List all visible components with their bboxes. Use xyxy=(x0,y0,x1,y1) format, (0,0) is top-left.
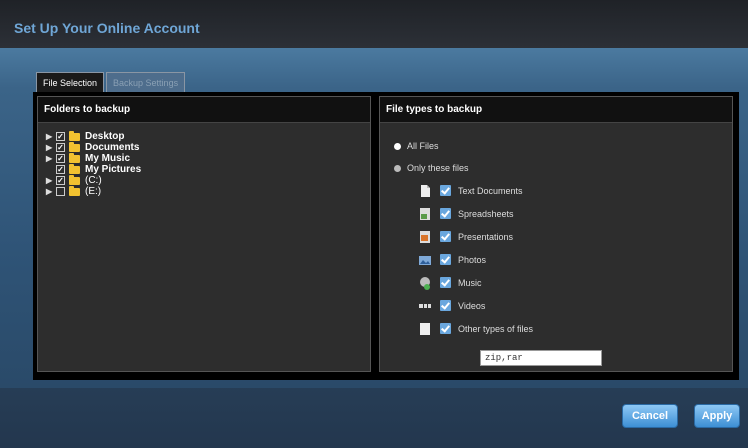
radio-all-files[interactable]: All Files xyxy=(394,135,732,157)
tab-file-selection[interactable]: File Selection xyxy=(36,72,105,92)
radio-button[interactable] xyxy=(394,164,401,172)
folder-checkbox[interactable]: ✓ xyxy=(56,154,65,163)
spreadsheet-icon xyxy=(420,207,430,220)
folder-label: (E:) xyxy=(85,186,102,197)
folder-checkbox[interactable]: ✓ xyxy=(56,176,65,185)
apply-button[interactable]: Apply xyxy=(694,404,740,428)
type-label: Other types of files xyxy=(458,323,534,334)
type-checkbox[interactable] xyxy=(440,277,451,288)
expand-arrow-icon[interactable]: ▶ xyxy=(46,154,56,163)
folder-icon xyxy=(69,130,80,141)
folder-label: Desktop xyxy=(85,131,125,142)
title-bar: Set Up Your Online Account xyxy=(0,0,748,48)
folders-panel: Folders to backup ▶ ✓ Desktop ▶ ✓ Docume… xyxy=(37,96,371,372)
music-icon xyxy=(420,276,430,290)
type-label: Spreadsheets xyxy=(458,208,514,219)
folder-icon xyxy=(69,141,80,152)
other-file-icon xyxy=(420,322,430,335)
type-row-photos[interactable]: Photos xyxy=(394,248,732,271)
folder-row-my-pictures[interactable]: ✓ My Pictures xyxy=(46,163,370,175)
type-checkbox[interactable] xyxy=(440,185,451,196)
type-row-presentations[interactable]: Presentations xyxy=(394,225,732,248)
type-checkbox[interactable] xyxy=(440,323,451,334)
type-checkbox[interactable] xyxy=(440,254,451,265)
video-icon xyxy=(419,303,431,308)
folder-row-desktop[interactable]: ▶ ✓ Desktop xyxy=(46,130,370,142)
type-label: Photos xyxy=(458,254,487,265)
folder-icon xyxy=(69,185,80,196)
photo-icon xyxy=(419,255,431,265)
type-row-videos[interactable]: Videos xyxy=(394,294,732,317)
folder-row-documents[interactable]: ▶ ✓ Documents xyxy=(46,141,370,153)
type-row-text-documents[interactable]: Text Documents xyxy=(394,179,732,202)
folder-row-e-drive[interactable]: ▶ (E:) xyxy=(46,185,370,197)
type-row-other[interactable]: Other types of files xyxy=(394,317,732,340)
type-checkbox[interactable] xyxy=(440,208,451,219)
folder-label: (C:) xyxy=(85,175,102,186)
folder-row-my-music[interactable]: ▶ ✓ My Music xyxy=(46,152,370,164)
folder-checkbox[interactable]: ✓ xyxy=(56,132,65,141)
type-row-spreadsheets[interactable]: Spreadsheets xyxy=(394,202,732,225)
type-label: Music xyxy=(458,277,482,288)
folder-icon xyxy=(69,174,80,185)
folder-icon xyxy=(69,163,80,174)
type-checkbox[interactable] xyxy=(440,231,451,242)
expand-arrow-icon[interactable]: ▶ xyxy=(46,132,56,141)
type-row-music[interactable]: Music xyxy=(394,271,732,294)
folders-panel-header: Folders to backup xyxy=(38,97,370,123)
folder-row-c-drive[interactable]: ▶ ✓ (C:) xyxy=(46,174,370,186)
folder-tree: ▶ ✓ Desktop ▶ ✓ Documents ▶ ✓ My Music ✓ xyxy=(38,123,370,197)
folder-label: My Pictures xyxy=(85,164,142,175)
folder-checkbox[interactable]: ✓ xyxy=(56,143,65,152)
radio-label: All Files xyxy=(407,141,439,151)
other-file-types-input[interactable]: zip,rar xyxy=(480,350,602,366)
type-checkbox[interactable] xyxy=(440,300,451,311)
tab-bar: File Selection Backup Settings xyxy=(36,72,187,92)
expand-arrow-icon[interactable]: ▶ xyxy=(46,176,56,185)
tab-backup-settings[interactable]: Backup Settings xyxy=(106,72,186,92)
type-label: Videos xyxy=(458,300,486,311)
folder-icon xyxy=(69,152,80,163)
tab-content-frame: Folders to backup ▶ ✓ Desktop ▶ ✓ Docume… xyxy=(33,92,739,380)
text-document-icon xyxy=(421,184,430,197)
file-type-options: All Files Only these files Text Document… xyxy=(380,123,732,340)
type-label: Text Documents xyxy=(458,185,523,196)
type-label: Presentations xyxy=(458,231,514,242)
folder-checkbox[interactable]: ✓ xyxy=(56,165,65,174)
folder-checkbox[interactable] xyxy=(56,187,65,196)
expand-arrow-icon[interactable]: ▶ xyxy=(46,143,56,152)
expand-arrow-icon[interactable]: ▶ xyxy=(46,187,56,196)
radio-label: Only these files xyxy=(407,163,469,173)
folder-label: Documents xyxy=(85,142,140,153)
file-types-panel-header: File types to backup xyxy=(380,97,732,123)
radio-only-these-files[interactable]: Only these files xyxy=(394,157,732,179)
folder-label: My Music xyxy=(85,153,131,164)
radio-button[interactable] xyxy=(394,142,401,150)
cancel-button[interactable]: Cancel xyxy=(622,404,678,428)
file-types-panel: File types to backup All Files Only thes… xyxy=(379,96,733,372)
presentation-icon xyxy=(420,230,430,243)
window-title: Set Up Your Online Account xyxy=(14,20,200,36)
